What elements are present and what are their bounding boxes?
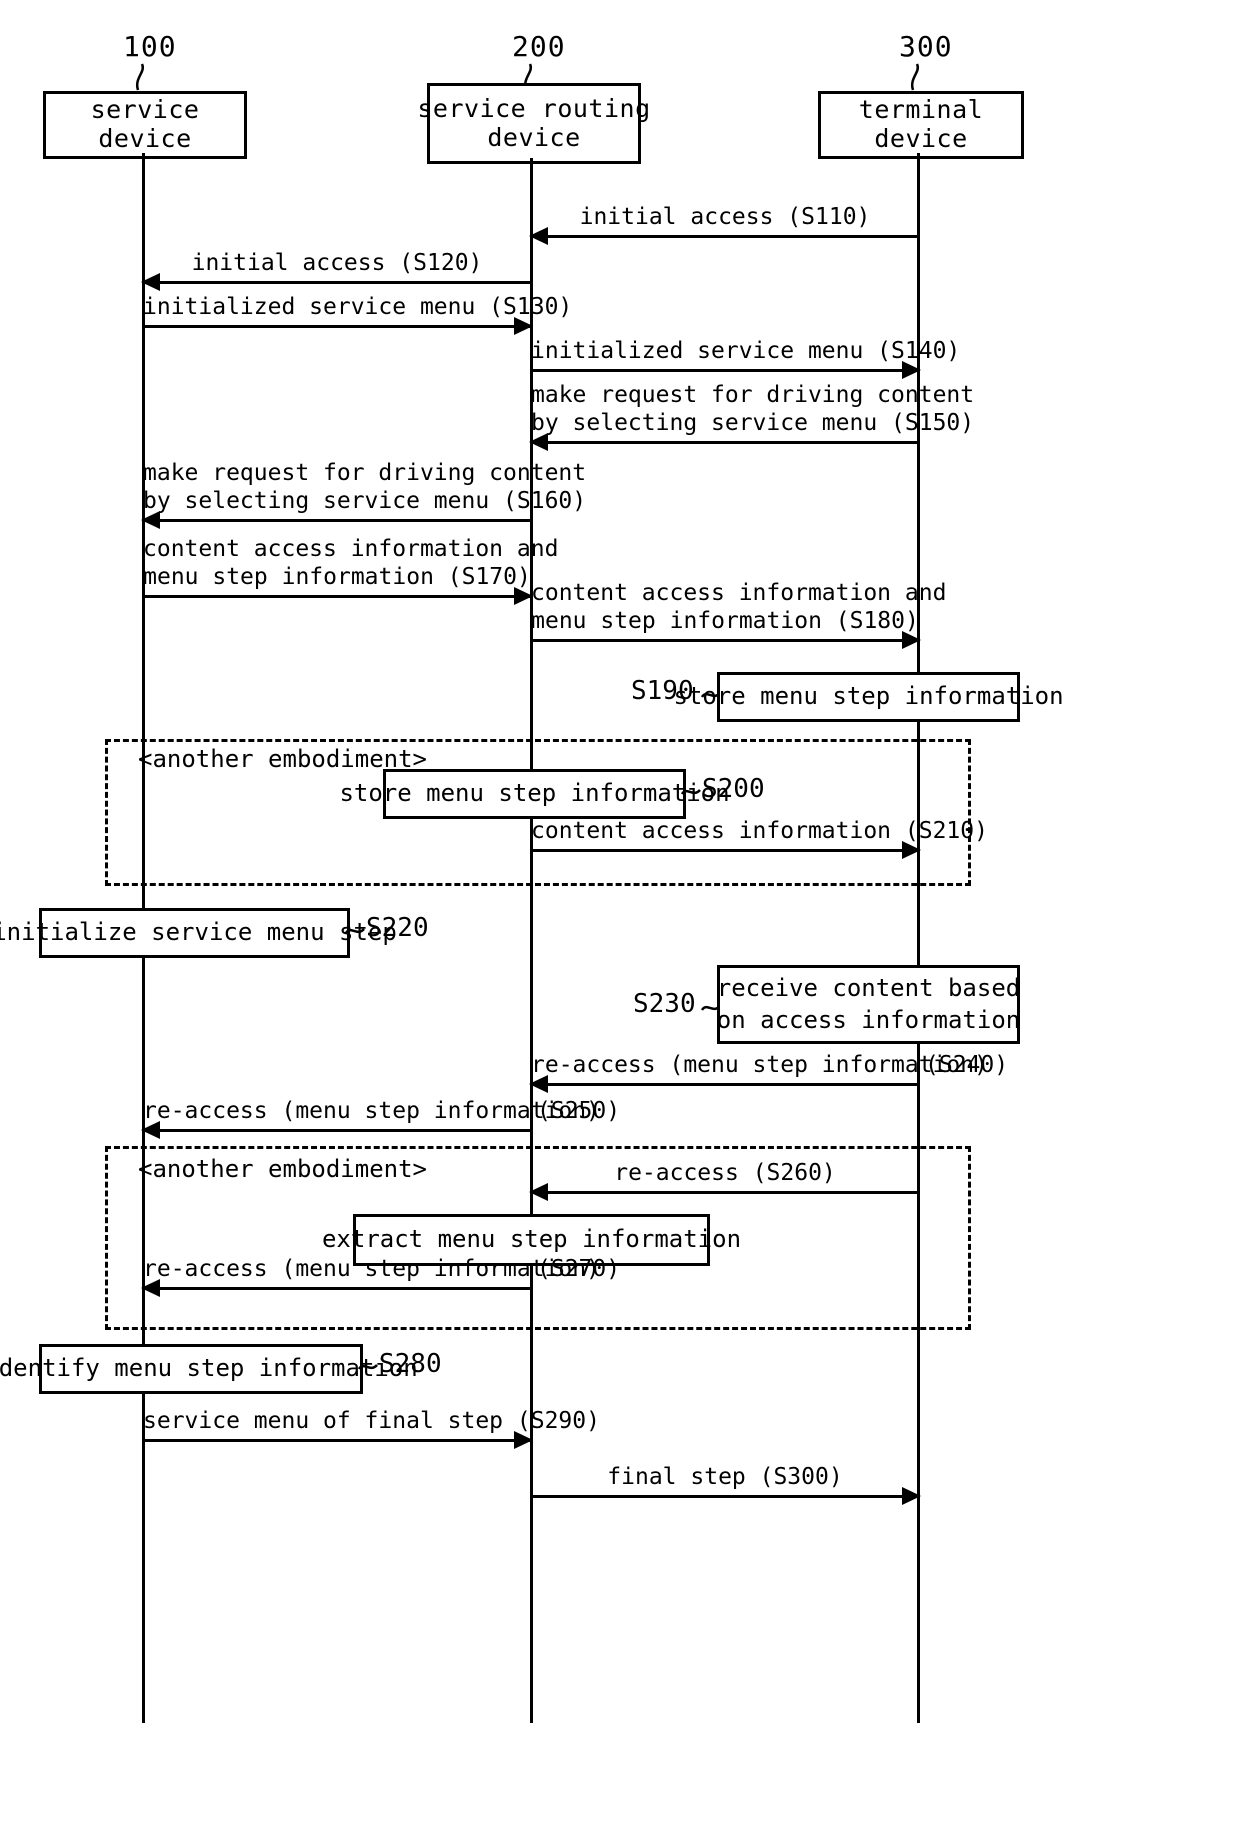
process-box-s230: receive content based on access informat… (717, 965, 1020, 1044)
message-s250-tail-label: (S250) (537, 1098, 621, 1124)
arrowhead-left-icon (529, 1075, 548, 1093)
message-s270-label: re-access (menu step information) (143, 1256, 600, 1283)
step-connector-s220 (344, 928, 365, 934)
message-s140-line (531, 369, 919, 372)
step-label-s220: S220 (366, 913, 429, 943)
step-connector-s200 (680, 789, 701, 795)
arrowhead-right-icon (514, 1431, 533, 1449)
message-s180-line (531, 639, 919, 642)
message-s170: content access information and menu step… (143, 528, 559, 605)
message-s110: initial access (S110) (529, 196, 919, 245)
message-s290: service menu of final step (S290) (143, 1400, 600, 1449)
message-s120-line (143, 281, 531, 284)
message-s170-label: content access information and menu step… (143, 535, 559, 591)
message-s240-tail-label: (S240) (925, 1052, 1009, 1078)
actor-ref-300: 300 (899, 30, 953, 63)
message-s270: re-access (menu step information) (141, 1248, 600, 1297)
message-s130: initialized service menu (S130) (143, 286, 573, 335)
message-s110-line (531, 235, 919, 238)
message-s160-label: make request for driving content by sele… (143, 459, 587, 515)
message-s140-label: initialized service menu (S140) (531, 338, 961, 365)
arrowhead-right-icon (902, 841, 921, 859)
message-s250-label: re-access (menu step information) (143, 1098, 600, 1125)
message-s150-line (531, 441, 919, 444)
message-s150-label: make request for driving content by sele… (531, 381, 975, 437)
process-box-s220: initialize service menu step (0, 908, 397, 958)
message-s300-label: final step (S300) (607, 1464, 843, 1491)
message-s130-label: initialized service menu (S130) (143, 294, 573, 321)
arrowhead-left-icon (529, 227, 548, 245)
message-s210-label: content access information (S210) (531, 818, 988, 845)
actor-service-routing-device: service routing device (417, 83, 650, 164)
message-s120: initial access (S120) (141, 242, 531, 291)
message-s180-label: content access information and menu step… (531, 579, 947, 635)
message-s170-line (143, 595, 531, 598)
sequence-diagram: 100 200 300 service device service routi… (0, 0, 1240, 1821)
message-s240: re-access (menu step information) (529, 1044, 988, 1093)
message-s290-label: service menu of final step (S290) (143, 1408, 600, 1435)
message-s160-line (143, 519, 531, 522)
process-box-s280: identify menu step information (0, 1344, 418, 1394)
message-s300: final step (S300) (531, 1456, 921, 1505)
process-box-s190: store menu step information (673, 672, 1064, 722)
arrowhead-left-icon (529, 433, 548, 451)
message-s210: content access information (S210) (531, 810, 988, 859)
message-s140: initialized service menu (S140) (531, 330, 961, 379)
message-s250-line (143, 1129, 531, 1132)
message-s160: make request for driving content by sele… (141, 452, 587, 529)
message-s210-line (531, 849, 919, 852)
actor-service-device: service device (43, 91, 247, 159)
message-s150: make request for driving content by sele… (529, 374, 975, 451)
message-s110-label: initial access (S110) (579, 204, 871, 231)
arrowhead-right-icon (902, 631, 921, 649)
message-s240-label: re-access (menu step information) (531, 1052, 988, 1079)
message-s260-line (531, 1191, 919, 1194)
leader-line-300 (910, 63, 920, 91)
message-s120-label: initial access (S120) (191, 250, 483, 277)
arrowhead-left-icon (141, 511, 160, 529)
arrowhead-right-icon (902, 1487, 921, 1505)
actor-ref-100: 100 (123, 30, 177, 63)
arrowhead-left-icon (141, 1279, 160, 1297)
step-label-s200: S200 (702, 774, 765, 804)
leader-line-100 (135, 63, 145, 91)
actor-terminal-device: terminal device (818, 91, 1024, 159)
message-s260: re-access (S260) (529, 1152, 919, 1201)
message-s240-line (531, 1083, 919, 1086)
arrowhead-left-icon (141, 1121, 160, 1139)
step-connector-s280 (357, 1364, 378, 1370)
message-s290-line (143, 1439, 531, 1442)
message-s270-line (143, 1287, 531, 1290)
step-label-s280: S280 (379, 1349, 442, 1379)
message-s130-line (143, 325, 531, 328)
message-s300-line (531, 1495, 919, 1498)
embodiment-frame-2-label: <another embodiment> (138, 1155, 427, 1183)
message-s260-label: re-access (S260) (614, 1160, 836, 1187)
message-s250: re-access (menu step information) (141, 1090, 600, 1139)
arrowhead-left-icon (529, 1183, 548, 1201)
step-label-s230: S230 (633, 989, 696, 1019)
actor-service-routing-device-label: service routing device (417, 93, 651, 152)
actor-ref-200: 200 (512, 30, 566, 63)
message-s270-tail-label: (S270) (537, 1256, 621, 1282)
message-s180: content access information and menu step… (531, 572, 947, 649)
